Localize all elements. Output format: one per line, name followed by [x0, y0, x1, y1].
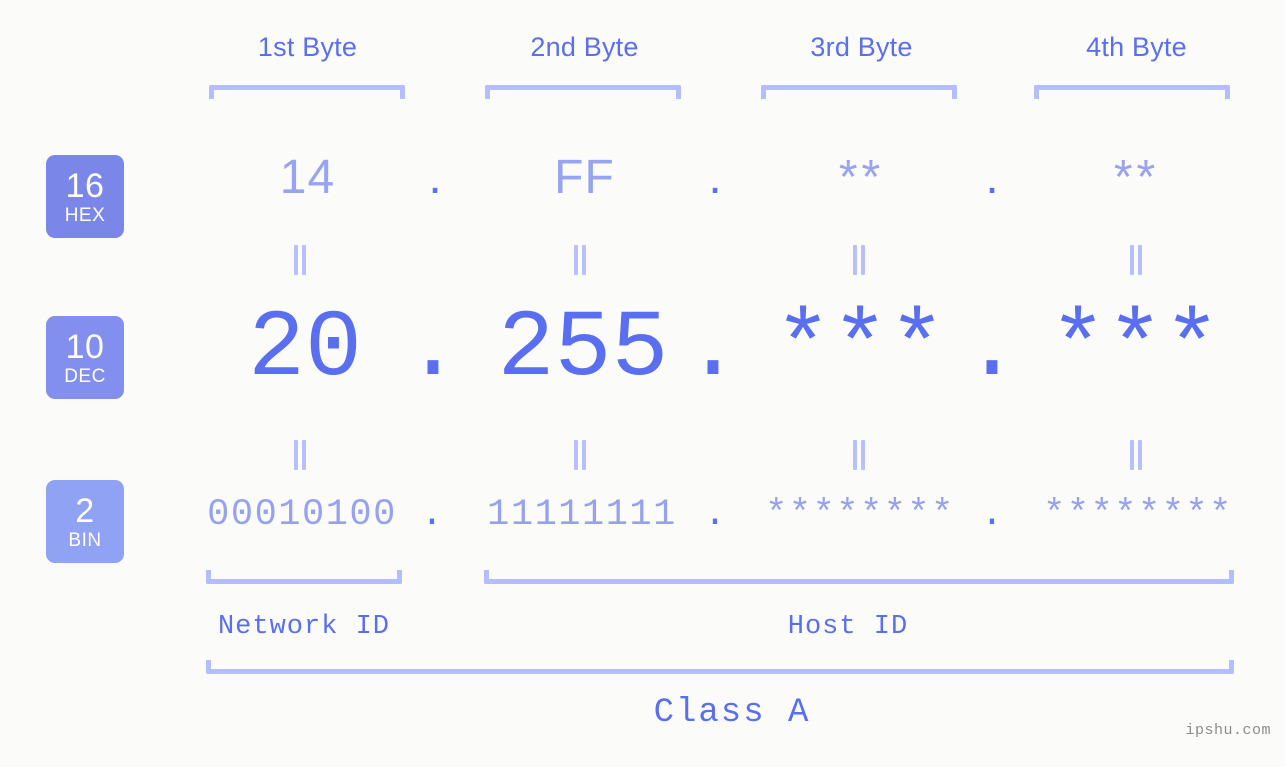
- base-badge-dec-number: 10: [65, 327, 105, 366]
- base-badge-hex-number: 16: [65, 166, 105, 205]
- byte-header-3: 3rd Byte: [810, 32, 913, 62]
- bin-byte-3-value: ********: [765, 494, 955, 536]
- byte-header-4: 4th Byte: [1086, 32, 1187, 62]
- byte-header-1: 1st Byte: [257, 32, 358, 62]
- equals-mark-dec-bin-3: [851, 440, 867, 470]
- dec-byte-3-value: ***: [774, 295, 946, 403]
- hex-byte-1-value: 14: [279, 151, 336, 204]
- host-id-bracket: [484, 570, 1234, 584]
- bin-byte-1-value: 00010100: [207, 494, 397, 536]
- equals-mark-dec-bin-2: [572, 440, 588, 470]
- hex-separator-1: .: [428, 151, 442, 204]
- equals-mark-hex-dec-4: [1128, 245, 1144, 275]
- byte-bracket-2: [485, 85, 681, 99]
- hex-byte-2-value: FF: [554, 151, 615, 204]
- hex-byte-4-value: **: [1113, 151, 1160, 204]
- host-id-label: Host ID: [787, 612, 909, 642]
- byte-bracket-1: [209, 85, 405, 99]
- network-id-label: Network ID: [217, 612, 391, 642]
- dec-byte-4-value: ***: [1049, 295, 1221, 403]
- class-bracket: [206, 660, 1234, 674]
- hex-byte-3-value: **: [838, 151, 885, 204]
- byte-bracket-3: [761, 85, 957, 99]
- equals-mark-dec-bin-4: [1128, 440, 1144, 470]
- class-label: Class A: [653, 694, 811, 732]
- hex-separator-2: .: [708, 151, 722, 204]
- base-badge-bin-label: BIN: [68, 529, 102, 551]
- dec-byte-2-value: 255: [497, 295, 669, 403]
- base-badge-bin-number: 2: [75, 491, 95, 530]
- network-id-bracket: [206, 570, 402, 584]
- base-badge-hex[interactable]: 16 HEX: [46, 155, 124, 238]
- dec-byte-1-value: 20: [247, 295, 363, 403]
- base-badge-dec[interactable]: 10 DEC: [46, 316, 124, 399]
- base-badge-dec-label: DEC: [64, 365, 106, 387]
- byte-header-2: 2nd Byte: [530, 32, 639, 62]
- bin-byte-2-value: 11111111: [487, 494, 677, 536]
- equals-mark-dec-bin-1: [292, 440, 308, 470]
- byte-bracket-4: [1034, 85, 1230, 99]
- bin-separator-3: .: [980, 494, 1004, 536]
- hex-separator-3: .: [985, 151, 999, 204]
- bin-separator-2: .: [703, 494, 727, 536]
- bin-byte-4-value: ********: [1043, 494, 1233, 536]
- equals-mark-hex-dec-3: [851, 245, 867, 275]
- base-badge-bin[interactable]: 2 BIN: [46, 480, 124, 563]
- base-badge-hex-label: HEX: [64, 204, 106, 226]
- equals-mark-hex-dec-2: [572, 245, 588, 275]
- equals-mark-hex-dec-1: [292, 245, 308, 275]
- ip-address-breakdown-diagram: 1st Byte 2nd Byte 3rd Byte 4th Byte 16 H…: [0, 0, 1285, 767]
- site-watermark: ipshu.com: [1185, 722, 1271, 739]
- bin-separator-1: .: [420, 494, 444, 536]
